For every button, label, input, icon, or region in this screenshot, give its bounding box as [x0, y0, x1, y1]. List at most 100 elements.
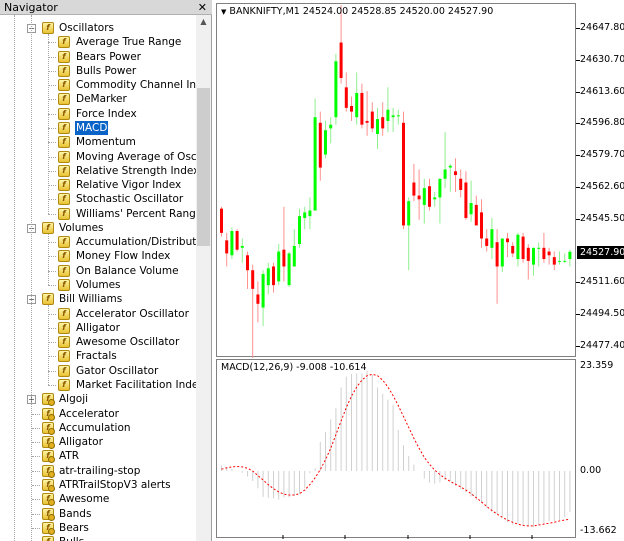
tree-folder-oscillators[interactable]: − f Oscillators [0, 21, 196, 35]
navigator-tree: − f Oscillators f Average True Range f Bears P… [0, 15, 196, 541]
macd-axis-zero: 0.00 [580, 465, 602, 476]
tree-item[interactable]: f Bears [0, 521, 196, 535]
scrollbar-thumb[interactable] [197, 88, 210, 246]
indicator-icon: f [58, 193, 70, 206]
tree-item[interactable]: f Accelerator Oscillator [0, 307, 196, 321]
close-icon[interactable]: ✕ [198, 0, 207, 15]
tree-item[interactable]: fMoving Average of Oscillator [0, 150, 196, 164]
tree-item[interactable]: f Bands [0, 507, 196, 521]
tree-item[interactable]: f Bears Power [0, 50, 196, 64]
tree-item[interactable]: f Awesome Oscillator [0, 335, 196, 349]
tree-item[interactable]: fBulls [0, 535, 196, 541]
bull-candle [490, 229, 494, 248]
tree-item[interactable]: f Williams' Percent Range [0, 207, 196, 221]
scroll-up-icon[interactable]: ▲ [196, 15, 211, 29]
tree-item[interactable]: f Alligator [0, 321, 196, 335]
tree-folder-volumes[interactable]: − f Volumes [0, 221, 196, 235]
price-axis-label: 24647.80 [580, 22, 624, 33]
tree-item[interactable]: f Accelerator [0, 407, 196, 421]
tree-item[interactable]: f Gator Oscillator [0, 364, 196, 378]
tree-item[interactable]: f Awesome [0, 492, 196, 507]
bull-candle [230, 231, 234, 256]
indicator-folder-icon: f [42, 221, 54, 234]
bear-candle [459, 178, 463, 190]
tree-item[interactable]: f Stochastic Oscillator [0, 192, 196, 206]
tree-item[interactable]: f DeMarker [0, 92, 196, 106]
tree-item[interactable]: f Money Flow Index [0, 249, 196, 263]
bear-candle [344, 87, 348, 108]
indicator-icon: f [58, 279, 70, 292]
bull-candle [386, 109, 390, 121]
navigator-title: Navigator [4, 1, 58, 14]
macd-title: MACD(12,26,9) -9.008 -10.614 [221, 362, 367, 373]
tree-item[interactable]: fCommodity Channel Index [0, 78, 196, 92]
bull-candle [334, 61, 338, 118]
bear-candle [381, 117, 385, 129]
bull-candle [516, 234, 520, 260]
tree-item[interactable]: f Fractals [0, 349, 196, 363]
tree-line [48, 242, 56, 244]
tree-line [48, 127, 56, 129]
tree-line [48, 305, 49, 385]
tree-item[interactable]: f Relative Strength Index [0, 164, 196, 178]
tree-line [48, 285, 56, 287]
tree-line [32, 513, 40, 515]
tree-item[interactable]: f ATR [0, 449, 196, 464]
tree-item[interactable]: f Force Index [0, 107, 196, 121]
tree-item[interactable]: f Market Facilitation Index [0, 378, 196, 392]
chart-window: ▼ BANKNIFTY,M1 24524.00 24528.85 24520.0… [213, 0, 624, 541]
tree-folder-algoji[interactable]: + f Algoji [0, 392, 196, 407]
bear-candle [506, 238, 509, 243]
custom-indicator-icon: f [42, 450, 55, 464]
tree-item[interactable]: f Bulls Power [0, 64, 196, 78]
indicator-icon: f [58, 36, 70, 49]
indicator-icon: f [58, 264, 70, 277]
indicator-icon: f [58, 350, 70, 363]
bull-candle [324, 130, 327, 155]
bull-candle [469, 203, 473, 215]
tree-item[interactable]: f Accumulation [0, 421, 196, 435]
tree-item[interactable]: f ATRTrailStopV3 alerts [0, 478, 196, 492]
tree-line [32, 527, 40, 529]
tree-item[interactable]: f MACD [0, 119, 196, 136]
bull-candle [277, 251, 281, 282]
tree-line [48, 370, 56, 372]
tree-item[interactable]: f On Balance Volume [0, 264, 196, 278]
price-chart-pane[interactable]: ▼ BANKNIFTY,M1 24524.00 24528.85 24520.0… [216, 3, 576, 358]
tree-item[interactable]: f Momentum [0, 135, 196, 149]
dropdown-triangle-icon[interactable]: ▼ [221, 8, 226, 16]
tree-line [48, 70, 56, 72]
bear-candle [246, 255, 249, 271]
bull-candle [558, 260, 561, 262]
bull-candle [407, 201, 411, 226]
tree-folder-bill-williams[interactable]: − f Bill Williams [0, 292, 196, 306]
macd-pane[interactable]: MACD(12,26,9) -9.008 -10.614 [216, 359, 576, 539]
tree-item[interactable]: f Volumes [0, 278, 196, 292]
indicator-folder-icon: f [42, 293, 54, 306]
scrollbar[interactable]: ▲ [196, 15, 211, 541]
bull-candle [500, 238, 504, 267]
tree-line [48, 42, 56, 44]
custom-indicator-icon: f [42, 421, 55, 435]
price-axis-label: 24562.60 [580, 180, 624, 192]
tree-item[interactable]: fAccumulation/Distribution [0, 235, 196, 249]
custom-indicator-icon: f [42, 436, 55, 450]
indicator-icon: f [58, 307, 70, 320]
price-axis-label: 24613.60 [580, 85, 624, 97]
tree-item[interactable]: f Alligator [0, 435, 196, 450]
candlestick-chart [220, 5, 572, 358]
tree-line [48, 356, 56, 358]
tree-line [48, 185, 56, 187]
bear-candle [402, 122, 405, 226]
tree-item[interactable]: f Relative Vigor Index [0, 178, 196, 192]
bear-candle [225, 240, 229, 254]
tree-line [32, 442, 40, 444]
custom-indicator-icon: f [42, 478, 55, 492]
tree-line [32, 427, 40, 429]
bull-candle [391, 115, 395, 118]
tree-item[interactable]: f Average True Range [0, 35, 196, 49]
tree-line [48, 327, 56, 329]
tree-item[interactable]: f atr-trailing-stop [0, 464, 196, 478]
indicator-icon: f [58, 121, 70, 134]
tree-line [48, 313, 56, 315]
